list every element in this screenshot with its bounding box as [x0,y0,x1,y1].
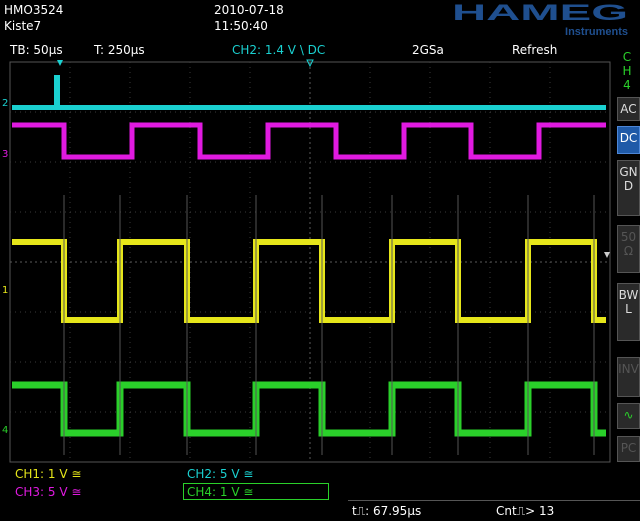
graticule [9,61,611,463]
side-button-7[interactable]: PC [617,436,640,462]
side-button-0[interactable]: AC [617,97,640,121]
ch3-setting[interactable]: CH3: 5 V ≅ [15,485,81,499]
channel-markers: 2 3 1 4 [2,59,610,436]
ch2-trigger-spike [54,75,60,109]
ch2-setting[interactable]: CH2: 5 V ≅ [187,467,253,481]
waveform-traces [12,75,606,455]
scope-display: 2 3 1 4 [2,59,611,463]
channel-marker-1: 3 [2,149,8,160]
side-button-6[interactable]: ∿ [617,403,640,429]
count-measurement: Cnt⎍> 13 [496,504,555,518]
side-button-1[interactable]: DC [617,126,640,154]
side-button-2[interactable]: GND [617,160,640,216]
channel-indicator: CH 4 [622,50,632,92]
side-button-3[interactable]: 50Ω [617,225,640,273]
ch1-trace [12,239,606,323]
trigger-level-marker [604,252,610,258]
ch1-setting[interactable]: CH1: 1 V ≅ [15,467,81,481]
measurement-bar: t⎍: 67.95µs Cnt⎍> 13 [348,500,640,521]
side-button-4[interactable]: BWL [617,283,640,341]
ch4-selected-box [183,483,329,500]
trigger-position-marker [57,60,63,66]
ch2-trace [12,105,606,110]
period-measurement: t⎍: 67.95µs [352,504,422,518]
channel-marker-2: 1 [2,285,8,296]
channel-marker-3: 4 [2,425,8,436]
side-button-5[interactable]: INV [617,357,640,397]
ch3-trace [12,122,606,160]
ch4-trace [12,381,606,437]
channel-marker-0: 2 [2,98,8,109]
